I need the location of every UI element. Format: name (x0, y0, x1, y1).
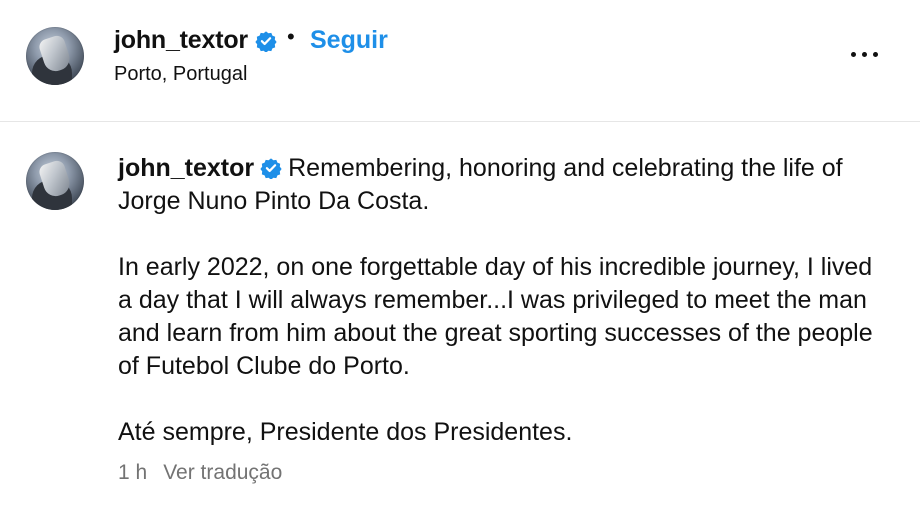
author-username[interactable]: john_textor (114, 26, 248, 55)
caption-paragraph-3: Até sempre, Presidente dos Presidentes. (118, 418, 573, 446)
separator-dot: • (287, 24, 295, 49)
more-dot (873, 52, 878, 57)
see-translation-link[interactable]: Ver tradução (163, 461, 282, 484)
post-location[interactable]: Porto, Portugal (114, 63, 247, 86)
verified-icon (260, 158, 282, 179)
more-dot (862, 52, 867, 57)
post-time[interactable]: 1 h (118, 461, 147, 484)
comment-meta: 1 h Ver tradução (118, 461, 282, 485)
more-dot (851, 52, 856, 57)
more-options-icon[interactable] (846, 36, 886, 72)
caption-first-paragraph: john_textor Remembering, honoring and ce… (118, 152, 878, 218)
caption-text: john_textor Remembering, honoring and ce… (118, 152, 878, 449)
caption-username[interactable]: john_textor (118, 154, 254, 182)
comment-avatar[interactable] (26, 152, 84, 210)
post-header: john_textor • Seguir Porto, Portugal (0, 0, 920, 122)
verified-icon (255, 31, 277, 52)
author-avatar[interactable] (26, 27, 84, 85)
follow-button[interactable]: Seguir (310, 26, 388, 55)
caption-paragraph-2: In early 2022, on one forgettable day of… (118, 253, 873, 380)
